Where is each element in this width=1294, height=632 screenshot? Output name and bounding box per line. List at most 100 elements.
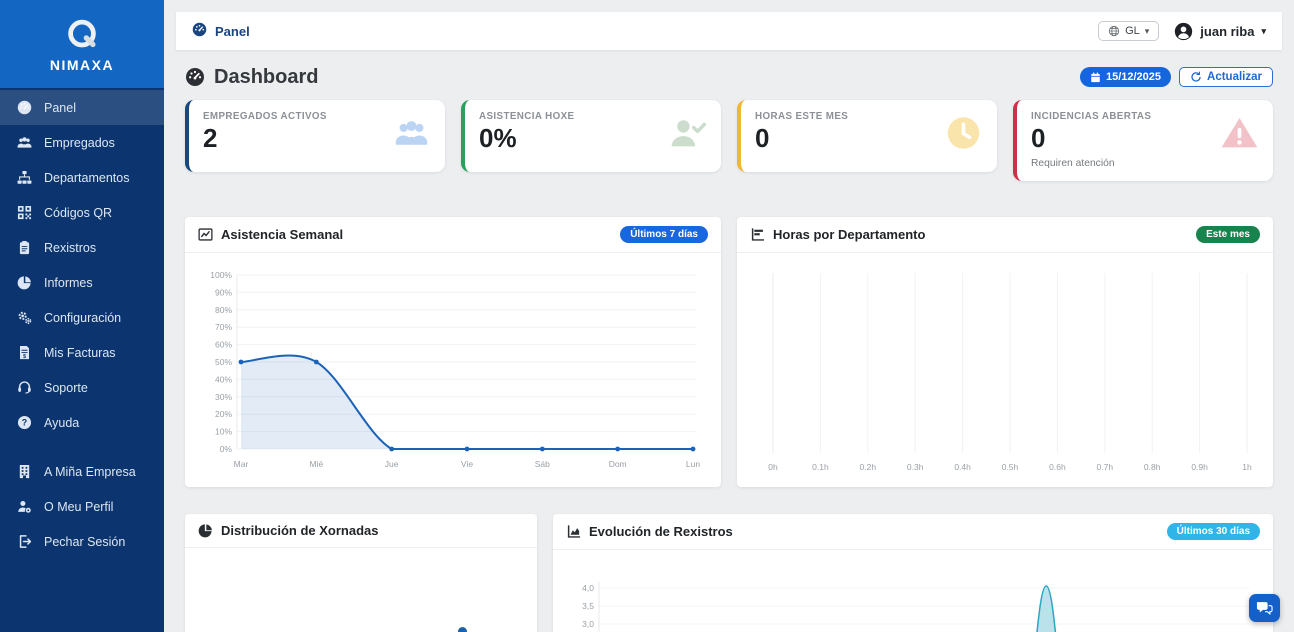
pie-chart-icon xyxy=(198,523,213,538)
svg-text:30%: 30% xyxy=(215,392,232,402)
sidebar-item-ayuda[interactable]: ? Ayuda xyxy=(0,405,164,440)
sidebar-nav-main: PanelEmpregadosDepartamentos Códigos QR Re… xyxy=(0,90,164,440)
content: Dashboard 15/12/2025 Actualizar EMPREGAD… xyxy=(164,50,1294,632)
sidebar-item-label: Soporte xyxy=(44,381,88,395)
svg-text:?: ? xyxy=(22,418,27,428)
sidebar-item-rexistros[interactable]: Rexistros xyxy=(0,230,164,265)
sidebar-item-label: Rexistros xyxy=(44,241,96,255)
brand-name: NIMAXA xyxy=(50,57,114,73)
svg-text:0.2h: 0.2h xyxy=(860,462,877,472)
users-icon xyxy=(393,116,430,155)
svg-text:10%: 10% xyxy=(215,426,232,436)
svg-text:Mar: Mar xyxy=(234,459,249,469)
sidebar-nav-secondary: A Miña Empresa O Meu Perfil Pechar Sesión xyxy=(0,454,164,559)
user-check-icon xyxy=(669,116,706,155)
card-header: Horas por Departamento Este mes xyxy=(737,217,1273,253)
svg-text:60%: 60% xyxy=(215,339,232,349)
sidebar-item-informes[interactable]: Informes xyxy=(0,265,164,300)
horas-bar-chart: 0h0.1h0.2h0.3h0.4h0.5h0.6h0.7h0.8h0.9h1h xyxy=(749,261,1261,483)
users-icon xyxy=(17,135,33,151)
chevron-down-icon: ▾ xyxy=(1145,27,1150,36)
card-evolucion-rexistros: Evolución de Rexistros Últimos 30 días 4… xyxy=(553,514,1273,632)
badge-ultimos-30-dias: Últimos 30 días xyxy=(1167,523,1260,540)
stat-card-horas-este-mes: HORAS ESTE MES0 xyxy=(737,100,997,172)
svg-text:70%: 70% xyxy=(215,322,232,332)
topbar: Panel GL ▾ juan riba ▾ xyxy=(176,12,1282,50)
svg-text:$: $ xyxy=(23,354,26,360)
refresh-button[interactable]: Actualizar xyxy=(1179,67,1273,87)
sidebar-item-label: O Meu Perfil xyxy=(44,500,113,514)
avatar-icon xyxy=(1174,22,1193,41)
sidebar-item-label: Configuración xyxy=(44,311,121,325)
card-asistencia-semanal: Asistencia Semanal Últimos 7 días 100%90… xyxy=(185,217,721,487)
language-selector[interactable]: GL ▾ xyxy=(1098,21,1159,41)
signout-icon xyxy=(17,534,33,550)
badge-este-mes: Este mes xyxy=(1196,226,1260,243)
svg-text:1h: 1h xyxy=(1242,462,1252,472)
chart-title: Distribución de Xornadas xyxy=(221,523,378,538)
sidebar-item-label: Informes xyxy=(44,276,93,290)
svg-text:0%: 0% xyxy=(220,444,233,454)
sidebar-item-label: Códigos QR xyxy=(44,206,112,220)
sidebar-item-pechar-sesi-n[interactable]: Pechar Sesión xyxy=(0,524,164,559)
sidebar-divider xyxy=(0,440,164,454)
chart-title: Evolución de Rexistros xyxy=(589,524,733,539)
sidebar-item-a-mi-a-empresa[interactable]: A Miña Empresa xyxy=(0,454,164,489)
svg-text:Mié: Mié xyxy=(309,459,323,469)
language-code: GL xyxy=(1125,25,1140,37)
chevron-down-icon: ▾ xyxy=(1261,27,1266,36)
topbar-right: GL ▾ juan riba ▾ xyxy=(1098,21,1266,41)
svg-text:Lun: Lun xyxy=(686,459,700,469)
chart-bar-icon xyxy=(750,227,765,242)
refresh-icon xyxy=(1190,71,1202,83)
sidebar: NIMAXA PanelEmpregadosDepartamentos Códig… xyxy=(0,0,164,632)
sidebar-item-empregados[interactable]: Empregados xyxy=(0,125,164,160)
card-distribucion-xornadas: Distribución de Xornadas xyxy=(185,514,537,632)
sidebar-item-panel[interactable]: Panel xyxy=(0,90,164,125)
user-gear-icon xyxy=(17,499,33,515)
svg-text:Jue: Jue xyxy=(385,459,399,469)
clock-icon xyxy=(945,116,982,155)
sidebar-item-o-meu-perfil[interactable]: O Meu Perfil xyxy=(0,489,164,524)
chart-body: 4,03,53,02,5 xyxy=(553,550,1273,632)
svg-text:20%: 20% xyxy=(215,409,232,419)
stat-card-asistencia-hoxe: ASISTENCIA HOXE0% xyxy=(461,100,721,172)
pie-chart-icon xyxy=(17,275,33,291)
charts-row: Asistencia Semanal Últimos 7 días 100%90… xyxy=(185,217,1273,487)
svg-text:100%: 100% xyxy=(210,270,232,280)
page-header-actions: 15/12/2025 Actualizar xyxy=(1080,67,1273,87)
user-menu[interactable]: juan riba ▾ xyxy=(1174,22,1266,41)
warning-icon xyxy=(1221,116,1258,155)
svg-text:0.8h: 0.8h xyxy=(1144,462,1161,472)
evolucion-area-chart: 4,03,53,02,5 xyxy=(565,558,1261,632)
sidebar-item-soporte[interactable]: Soporte xyxy=(0,370,164,405)
asistencia-line-chart: 100%90%80%70%60%50%40%30%20%10%0%MarMiéJ… xyxy=(197,261,709,483)
gears-icon xyxy=(17,310,33,326)
pie-legend-dot xyxy=(458,627,467,632)
svg-text:0h: 0h xyxy=(768,462,778,472)
stat-card-incidencias-abertas: INCIDENCIAS ABERTAS0Requiren atención xyxy=(1013,100,1273,181)
svg-text:0.9h: 0.9h xyxy=(1191,462,1208,472)
qrcode-icon xyxy=(17,205,33,221)
card-header: Evolución de Rexistros Últimos 30 días xyxy=(553,514,1273,550)
svg-text:50%: 50% xyxy=(215,357,232,367)
sidebar-item-label: Mis Facturas xyxy=(44,346,116,360)
invoice-icon: $ xyxy=(17,345,33,361)
chart-title: Horas por Departamento xyxy=(773,227,925,242)
chart-body: 100%90%80%70%60%50%40%30%20%10%0%MarMiéJ… xyxy=(185,253,721,487)
sidebar-item-configuraci-n[interactable]: Configuración xyxy=(0,300,164,335)
chat-button[interactable] xyxy=(1249,594,1280,622)
sidebar-item-departamentos[interactable]: Departamentos xyxy=(0,160,164,195)
logo-q-icon xyxy=(63,16,101,54)
page-title: Dashboard xyxy=(185,66,318,89)
date-badge: 15/12/2025 xyxy=(1080,67,1171,87)
svg-text:80%: 80% xyxy=(215,305,232,315)
sidebar-item-mis-facturas[interactable]: $ Mis Facturas xyxy=(0,335,164,370)
chart-area-icon xyxy=(566,524,581,539)
sidebar-item-label: Pechar Sesión xyxy=(44,535,125,549)
sidebar-item-c-digos-qr[interactable]: Códigos QR xyxy=(0,195,164,230)
chart-body: 0h0.1h0.2h0.3h0.4h0.5h0.6h0.7h0.8h0.9h1h xyxy=(737,253,1273,487)
sidebar-item-label: Ayuda xyxy=(44,416,79,430)
breadcrumb[interactable]: Panel xyxy=(192,22,250,40)
clipboard-icon xyxy=(17,240,33,256)
